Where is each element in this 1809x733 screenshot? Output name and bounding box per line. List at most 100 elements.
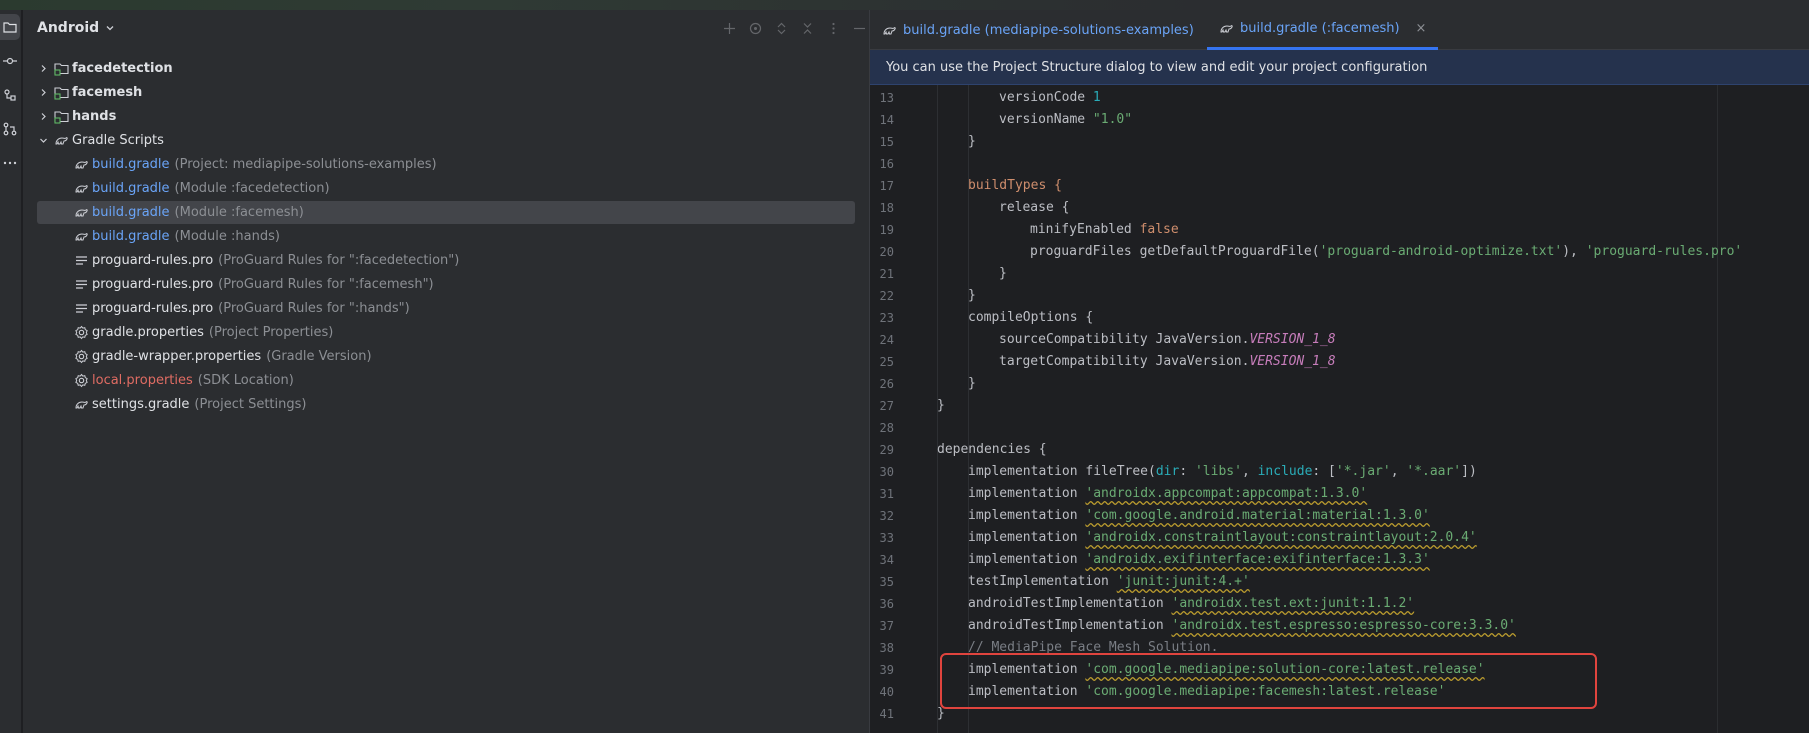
code-line: implementation 'androidx.appcompat:appco… xyxy=(968,486,1367,501)
code-token: : xyxy=(1179,464,1195,479)
banner-text: You can use the Project Structure dialog… xyxy=(886,59,1428,75)
tree-item-proguard-facemesh[interactable]: proguard-rules.pro (ProGuard Rules for "… xyxy=(37,273,869,296)
code-token: versionName xyxy=(999,112,1093,127)
hide-panel-icon[interactable] xyxy=(851,20,867,36)
project-panel-actions xyxy=(721,20,867,36)
options-icon[interactable] xyxy=(825,20,841,36)
project-folder-icon[interactable] xyxy=(0,14,20,40)
tree-item-hint: (Project Properties) xyxy=(208,325,334,340)
tree-item-label: build.gradle xyxy=(92,205,170,220)
code-token: '*.aar' xyxy=(1406,464,1462,479)
tree-item-hands[interactable]: hands xyxy=(37,105,869,128)
text-file-icon xyxy=(73,277,89,293)
tree-item-build-gradle-facedetection[interactable]: build.gradle (Module :facedetection) xyxy=(37,177,869,200)
code-token: } xyxy=(968,376,976,391)
line-number: 26 xyxy=(879,377,894,391)
commit-icon[interactable] xyxy=(0,48,20,74)
code-token: } xyxy=(968,134,976,149)
code-token: minifyEnabled xyxy=(1030,222,1140,237)
chevron-right-icon[interactable] xyxy=(37,111,49,123)
tree-item-settings-gradle[interactable]: settings.gradle (Project Settings) xyxy=(37,393,869,416)
tree-item-gradle-wrapper-properties[interactable]: gradle-wrapper.properties (Gradle Versio… xyxy=(37,345,869,368)
chevron-right-icon[interactable] xyxy=(37,87,49,99)
tree-item-build-gradle-hands[interactable]: build.gradle (Module :hands) xyxy=(37,225,869,248)
chevron-down-icon[interactable] xyxy=(37,135,49,147)
line-number: 18 xyxy=(879,201,894,215)
highlight-annotation-box xyxy=(940,653,1597,709)
code-line: testImplementation 'junit:junit:4.+' xyxy=(968,574,1250,589)
code-token: dependencies { xyxy=(937,442,1047,457)
code-token: targetCompatibility JavaVersion. xyxy=(999,354,1250,369)
editor-tabs: build.gradle (mediapipe-solutions-exampl… xyxy=(870,10,1809,50)
line-number: 27 xyxy=(879,399,894,413)
code-line: androidTestImplementation 'androidx.test… xyxy=(968,618,1516,633)
code-line: } xyxy=(968,134,976,149)
more-icon[interactable] xyxy=(0,150,20,176)
folder-module-icon xyxy=(53,109,69,125)
tab-build-gradle-facemesh[interactable]: build.gradle (:facemesh) × xyxy=(1207,10,1439,50)
code-line: buildTypes { xyxy=(968,178,1062,193)
code-token: 'androidx.exifinterface:exifinterface:1.… xyxy=(1085,552,1430,567)
structure-icon[interactable] xyxy=(0,82,20,108)
tree-item-hint: (Module :hands) xyxy=(174,229,280,244)
close-icon[interactable]: × xyxy=(1416,21,1427,36)
tab-build-gradle-project[interactable]: build.gradle (mediapipe-solutions-exampl… xyxy=(870,10,1206,50)
code-line: compileOptions { xyxy=(968,310,1093,325)
line-number: 14 xyxy=(879,113,894,127)
code-token: proguardFiles getDefaultProguardFile( xyxy=(1030,244,1320,259)
tree-item-hint: (ProGuard Rules for ":facemesh") xyxy=(218,277,434,292)
code-token: implementation fileTree( xyxy=(968,464,1156,479)
collapse-all-icon[interactable] xyxy=(799,20,815,36)
line-number: 35 xyxy=(879,575,894,589)
tree-item-build-gradle-facemesh[interactable]: build.gradle (Module :facemesh) xyxy=(37,201,855,224)
line-number: 28 xyxy=(879,421,894,435)
locate-icon[interactable] xyxy=(747,20,763,36)
code-area[interactable]: 13 14 15 16 17 18 19 20 21 22 23 24 25 26 27 28 29 30 31 32… xyxy=(870,85,1809,733)
code-token: VERSION_1_8 xyxy=(1249,354,1336,369)
gradle-icon xyxy=(73,205,89,221)
code-token: implementation xyxy=(968,486,1086,501)
tree-item-label: facedetection xyxy=(72,61,173,76)
project-view-title: Android xyxy=(37,20,100,36)
code-line: } xyxy=(999,266,1007,281)
tree-item-label: Gradle Scripts xyxy=(72,133,164,148)
tree-item-gradle-scripts[interactable]: Gradle Scripts xyxy=(37,129,869,152)
gradle-icon xyxy=(1220,25,1233,33)
tree-item-label: proguard-rules.pro xyxy=(92,277,214,292)
tree-item-facedetection[interactable]: facedetection xyxy=(37,57,869,80)
tree-item-facemesh[interactable]: facemesh xyxy=(37,81,869,104)
gradle-icon xyxy=(883,26,896,34)
tree-item-local-properties[interactable]: local.properties (SDK Location) xyxy=(37,369,869,392)
project-panel: Android facedetection facemesh hands Gra… xyxy=(23,10,869,733)
add-icon[interactable] xyxy=(721,20,737,36)
chevron-right-icon[interactable] xyxy=(37,63,49,75)
code-token: 'com.google.android.material:material:1.… xyxy=(1085,508,1430,523)
line-number: 41 xyxy=(879,707,894,721)
line-number: 40 xyxy=(879,685,894,699)
code-token: compileOptions { xyxy=(968,310,1094,325)
line-number: 23 xyxy=(879,311,894,325)
code-line: sourceCompatibility JavaVersion.VERSION_… xyxy=(999,332,1336,347)
code-line: dependencies { xyxy=(937,442,1047,457)
code-token: 'androidx.appcompat:appcompat:1.3.0' xyxy=(1085,486,1368,501)
expand-all-icon[interactable] xyxy=(773,20,789,36)
tree-item-build-gradle-project[interactable]: build.gradle (Project: mediapipe-solutio… xyxy=(37,153,869,176)
tree-item-hint: (Project Settings) xyxy=(194,397,307,412)
tab-label: build.gradle (:facemesh) xyxy=(1240,21,1400,36)
code-token: ]) xyxy=(1461,464,1477,479)
tree-item-label: facemesh xyxy=(72,85,143,100)
settings-file-icon xyxy=(73,349,89,365)
tree-item-hint: (Module :facemesh) xyxy=(174,205,304,220)
code-token: '*.jar' xyxy=(1335,464,1391,479)
tree-item-proguard-hands[interactable]: proguard-rules.pro (ProGuard Rules for "… xyxy=(37,297,869,320)
line-number: 21 xyxy=(879,267,894,281)
project-view-selector[interactable]: Android xyxy=(37,20,115,36)
text-file-icon xyxy=(73,253,89,269)
tree-item-label: settings.gradle xyxy=(92,397,190,412)
tree-item-proguard-facedetection[interactable]: proguard-rules.pro (ProGuard Rules for "… xyxy=(37,249,869,272)
pull-requests-icon[interactable] xyxy=(0,116,20,142)
chevron-down-icon xyxy=(106,26,114,31)
code-token: dir xyxy=(1155,464,1180,479)
line-number: 24 xyxy=(879,333,894,347)
tree-item-gradle-properties[interactable]: gradle.properties (Project Properties) xyxy=(37,321,869,344)
